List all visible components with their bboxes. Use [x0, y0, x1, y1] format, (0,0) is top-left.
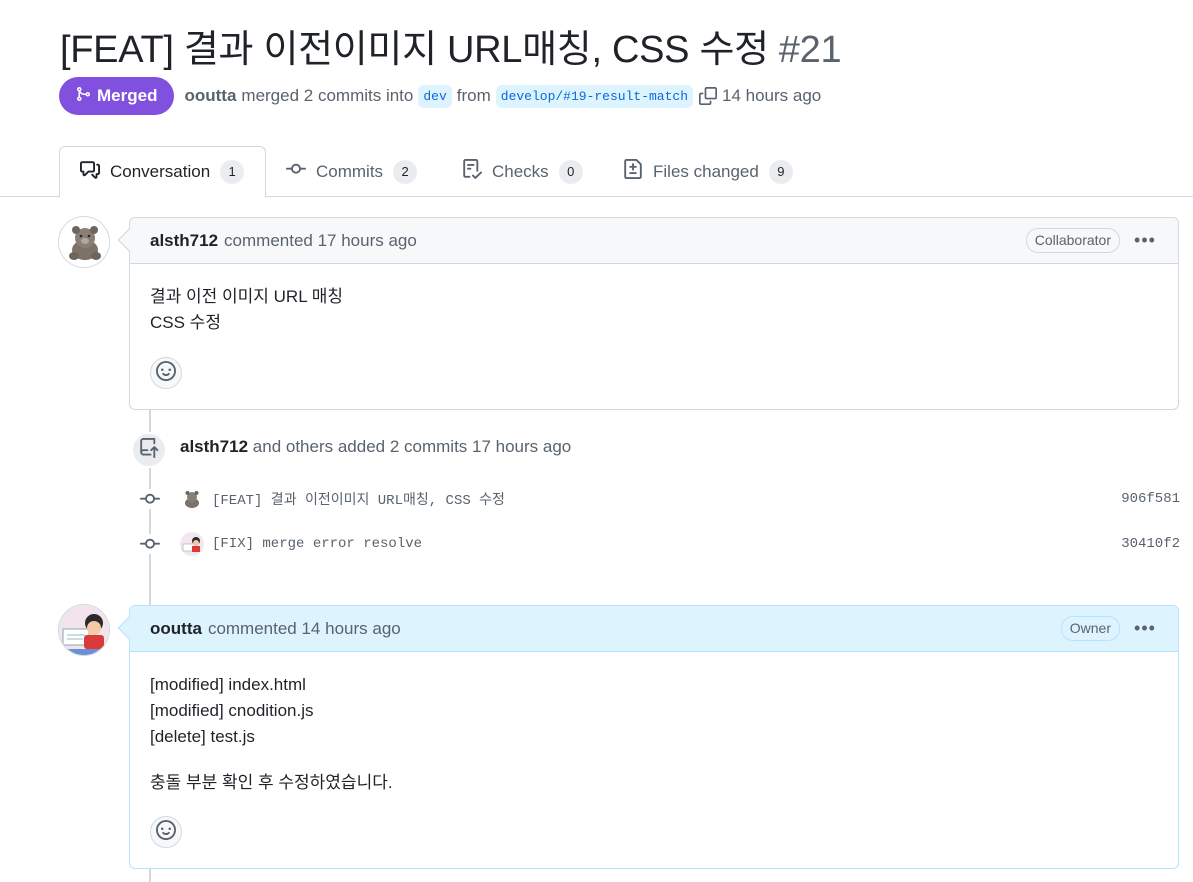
comment-line: [delete] test.js — [150, 727, 255, 746]
add-reaction-button[interactable] — [150, 816, 182, 848]
commit-author-avatar[interactable] — [180, 532, 204, 556]
comment-body: [modified] index.html [modified] cnoditi… — [130, 652, 1178, 796]
commit-sha[interactable]: 30410f2 — [1121, 536, 1180, 552]
pr-meta: Merged ooutta merged 2 commits into dev … — [59, 77, 821, 115]
head-branch[interactable]: develop/#19-result-match — [495, 84, 693, 108]
commit-sha[interactable]: 906f581 — [1121, 491, 1180, 507]
commits-event-text: alsth712 and others added 2 commits 17 h… — [180, 437, 571, 457]
teddy-bear-avatar-icon — [59, 217, 109, 267]
comment-timestamp[interactable]: commented 14 hours ago — [208, 619, 401, 639]
avatar[interactable] — [58, 604, 110, 656]
comment-card: alsth712 commented 17 hours ago Collabor… — [117, 217, 1179, 410]
commit-row: [FIX] merge error resolve 30410f2 — [140, 530, 1180, 558]
tab-commits-label: Commits — [316, 161, 384, 181]
comment-card: ooutta commented 14 hours ago Owner ••• … — [117, 605, 1179, 869]
add-reaction-button[interactable] — [150, 357, 182, 389]
repo-push-icon — [139, 437, 159, 463]
tab-checks-count: 0 — [558, 159, 583, 184]
pr-tabs: Conversation 1 Commits 2 Checks 0 Files … — [0, 146, 1193, 198]
comment-line: 결과 이전 이미지 URL 매칭 — [150, 287, 344, 306]
merge-icon — [75, 86, 91, 107]
comment-author[interactable]: alsth712 — [150, 231, 218, 251]
copy-icon[interactable] — [699, 87, 717, 105]
tab-commits[interactable]: Commits 2 — [266, 146, 437, 197]
teddy-bear-avatar-icon — [180, 487, 204, 511]
pr-number: #21 — [778, 29, 842, 71]
comment-author[interactable]: ooutta — [150, 619, 202, 639]
commits-event-badge — [131, 432, 167, 468]
role-badge: Collaborator — [1025, 228, 1120, 253]
base-branch[interactable]: dev — [418, 84, 452, 108]
comment-line: CSS 수정 — [150, 313, 221, 332]
avatar[interactable] — [58, 216, 110, 268]
timeline-line-bottom — [149, 869, 151, 882]
comment-header: alsth712 commented 17 hours ago Collabor… — [130, 218, 1178, 264]
cartoon-avatar-icon — [59, 605, 109, 655]
kebab-icon[interactable]: ••• — [1132, 230, 1158, 251]
comment-body: 결과 이전 이미지 URL 매칭 CSS 수정 — [130, 264, 1178, 336]
tab-conversation[interactable]: Conversation 1 — [59, 146, 266, 198]
commit-message[interactable]: [FIX] merge error resolve — [212, 536, 422, 552]
commit-icon — [140, 489, 160, 509]
conversation-icon — [80, 160, 100, 185]
page-title: [FEAT] 결과 이전이미지 URL매칭, CSS 수정 #21 — [60, 18, 842, 73]
tab-conversation-label: Conversation — [110, 162, 211, 181]
event-author[interactable]: alsth712 — [180, 437, 248, 456]
comment-timestamp[interactable]: commented 17 hours ago — [224, 231, 417, 251]
pr-author-link[interactable]: ooutta — [184, 86, 236, 106]
comment-header: ooutta commented 14 hours ago Owner ••• — [130, 606, 1178, 652]
commit-icon — [286, 159, 306, 184]
from-text: from — [456, 86, 491, 105]
tab-checks[interactable]: Checks 0 — [442, 146, 603, 197]
tab-commits-count: 2 — [393, 159, 418, 184]
smiley-icon — [156, 819, 176, 845]
merge-action-text: merged 2 commits into — [241, 86, 414, 105]
tab-conversation-count: 1 — [220, 160, 245, 184]
file-diff-icon — [623, 159, 643, 184]
tab-files-count: 9 — [768, 159, 793, 184]
commit-author-avatar[interactable] — [180, 487, 204, 511]
merged-time: 14 hours ago — [722, 86, 822, 105]
tab-files-changed[interactable]: Files changed 9 — [603, 146, 813, 197]
merged-status-badge: Merged — [59, 77, 175, 115]
role-badge: Owner — [1060, 616, 1120, 641]
pr-title: [FEAT] 결과 이전이미지 URL매칭, CSS 수정 — [60, 29, 769, 71]
comment-note: 충돌 부분 확인 후 수정하였습니다. — [150, 773, 393, 792]
cartoon-avatar-icon — [180, 532, 204, 556]
comment-line: [modified] cnodition.js — [150, 701, 314, 720]
tab-checks-label: Checks — [492, 161, 549, 181]
commit-message[interactable]: [FEAT] 결과 이전이미지 URL매칭, CSS 수정 — [212, 489, 505, 509]
tab-files-label: Files changed — [653, 161, 759, 181]
smiley-icon — [156, 360, 176, 386]
kebab-icon[interactable]: ••• — [1132, 618, 1158, 639]
merged-label: Merged — [97, 86, 158, 105]
checks-icon — [462, 159, 483, 184]
event-description: and others added 2 commits 17 hours ago — [252, 437, 572, 456]
commit-row: [FEAT] 결과 이전이미지 URL매칭, CSS 수정 906f581 — [140, 485, 1180, 513]
commit-icon — [140, 534, 160, 554]
comment-line: [modified] index.html — [150, 675, 306, 694]
